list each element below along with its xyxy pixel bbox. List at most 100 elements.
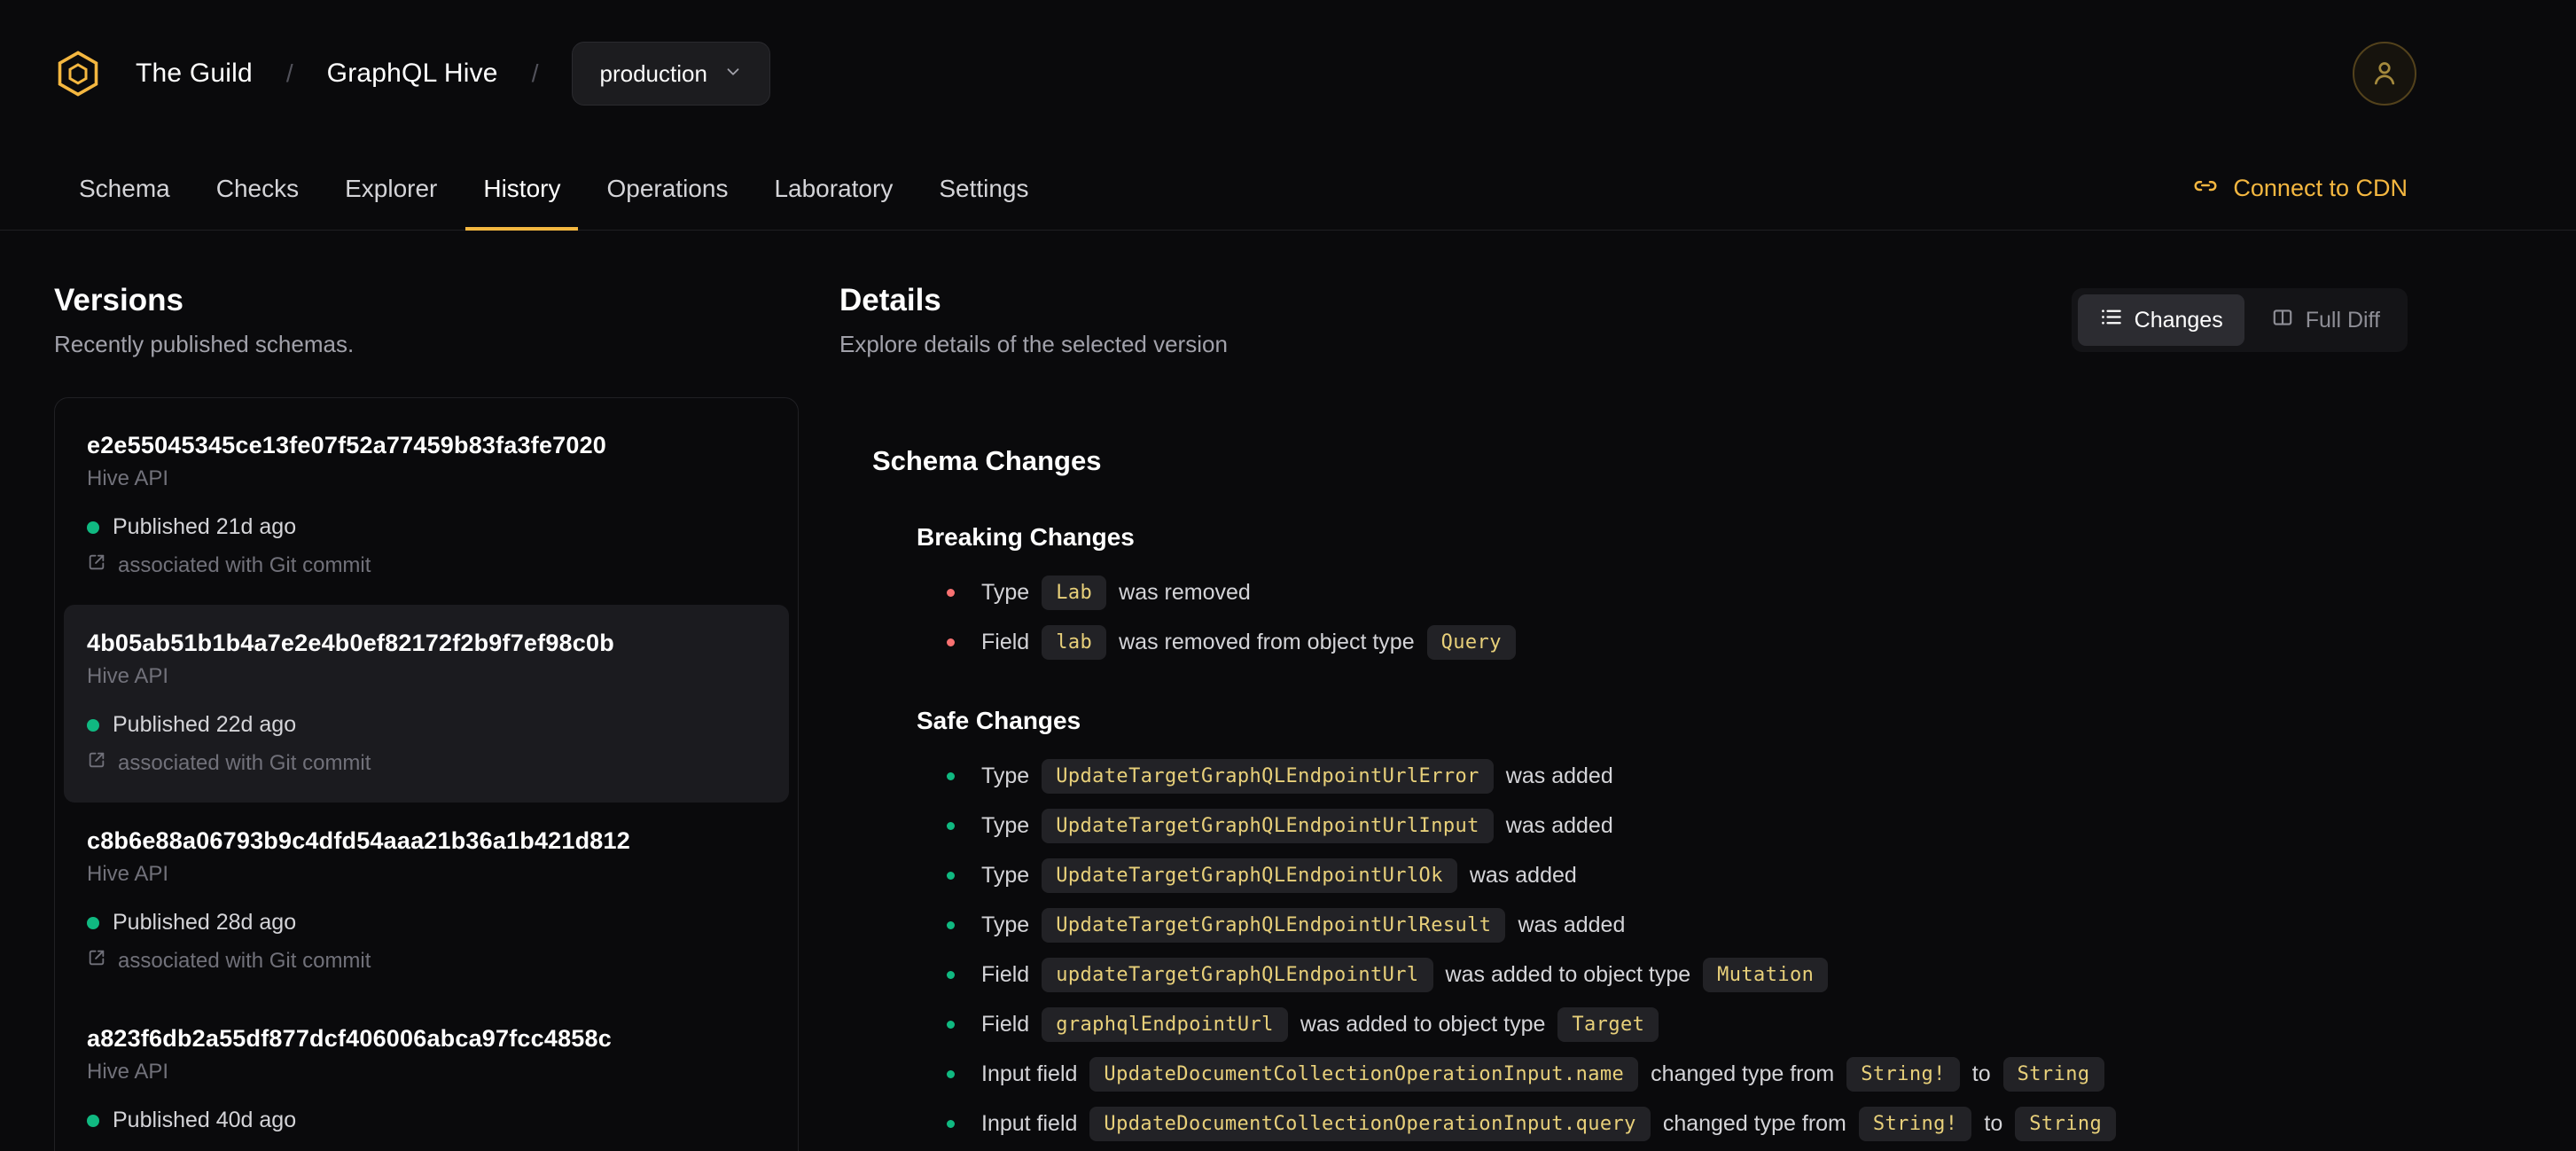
full-diff-view-button[interactable]: Full Diff [2250, 295, 2401, 346]
main-content: Versions Recently published schemas. e2e… [0, 231, 2576, 1151]
published-status-dot [87, 718, 99, 732]
change-text: Field [981, 962, 1030, 987]
version-published-label: Published 21d ago [113, 514, 297, 539]
hive-app: The Guild / GraphQL Hive / production Sc… [0, 0, 2576, 1151]
schema-changes-section: Schema Changes Breaking Changes Type Lab w… [839, 445, 2408, 1142]
columns-icon [2271, 306, 2294, 335]
version-git-label: associated with Git commit [118, 750, 371, 775]
details-subtitle: Explore details of the selected version [839, 331, 1228, 357]
schema-change-item: Field lab was removed from object type Quer… [947, 624, 2408, 661]
change-group: Safe Changes Type UpdateTargetGraphQLEndp… [872, 707, 2408, 1142]
version-published-row: Published 40d ago [87, 1108, 766, 1133]
change-group: Breaking Changes Type Lab was removed Field… [872, 523, 2408, 661]
changes-view-button[interactable]: Changes [2077, 294, 2244, 346]
change-text: to [1971, 1061, 1991, 1086]
change-text: was added to object type [1445, 962, 1691, 987]
target-selector-dropdown[interactable]: production [572, 42, 770, 106]
change-bullet-dot [947, 872, 955, 880]
tab-checks[interactable]: Checks [193, 147, 322, 230]
tab-label: Checks [215, 174, 300, 202]
change-groups: Breaking Changes Type Lab was removed Field… [872, 523, 2408, 1142]
tab-operations[interactable]: Operations [583, 147, 751, 230]
code-chip: Mutation [1703, 957, 1829, 993]
details-panel: Details Explore details of the selected … [799, 231, 2576, 1151]
schema-change-item: Type UpdateTargetGraphQLEndpointUrlInput w… [947, 808, 2408, 844]
version-list-item[interactable]: e2e55045345ce13fe07f52a77459b83fa3fe7020… [64, 407, 789, 605]
published-status-dot [87, 916, 99, 929]
change-text: Type [981, 863, 1030, 888]
version-hash: e2e55045345ce13fe07f52a77459b83fa3fe7020 [87, 432, 607, 458]
version-git-label: associated with Git commit [118, 552, 371, 577]
tab-settings[interactable]: Settings [916, 147, 1051, 230]
version-git-label: associated with Git commit [118, 948, 371, 973]
code-chip: Target [1557, 1006, 1659, 1043]
external-link-icon [87, 948, 106, 974]
tab-label: Operations [606, 174, 729, 202]
tab-label: Schema [79, 174, 170, 202]
tab-schema[interactable]: Schema [56, 147, 193, 230]
version-git-row: associated with Git commit [87, 552, 766, 578]
user-avatar-button[interactable] [2353, 42, 2416, 106]
version-git-row: associated with Git commit [87, 948, 766, 974]
schema-change-item: Field updateTargetGraphQLEndpointUrl was a… [947, 957, 2408, 993]
tab-explorer[interactable]: Explorer [322, 147, 460, 230]
published-status-dot [87, 521, 99, 534]
version-hash: c8b6e88a06793b9c4dfd54aaa21b36a1b421d812 [87, 827, 630, 854]
change-text: was added to object type [1300, 1012, 1546, 1037]
tab-label: Laboratory [774, 174, 894, 202]
chevron-down-icon [723, 60, 743, 88]
connect-to-cdn-button[interactable]: Connect to CDN [2192, 147, 2408, 230]
tab-laboratory[interactable]: Laboratory [751, 147, 916, 230]
change-group-title: Safe Changes [917, 707, 1081, 734]
schema-change-item: Type UpdateTargetGraphQLEndpointUrlOk was … [947, 857, 2408, 894]
versions-title: Versions [54, 283, 183, 317]
change-bullet-dot [947, 772, 955, 780]
version-list-item[interactable]: a823f6db2a55df877dcf406006abca97fcc4858c… [64, 1000, 789, 1151]
change-text: Input field [981, 1061, 1078, 1086]
version-published-row: Published 28d ago [87, 910, 766, 936]
change-text: Field [981, 1012, 1030, 1037]
version-service: Hive API [87, 664, 169, 688]
user-icon [2369, 57, 2400, 91]
change-text: was added [1469, 863, 1577, 888]
version-hash: a823f6db2a55df877dcf406006abca97fcc4858c [87, 1025, 612, 1052]
org-name[interactable]: The Guild [136, 59, 253, 89]
code-chip: graphqlEndpointUrl [1042, 1006, 1288, 1043]
change-text: changed type from [1651, 1061, 1835, 1086]
change-text: Type [981, 763, 1030, 788]
change-bullet-dot [947, 638, 955, 646]
published-status-dot [87, 1114, 99, 1127]
code-chip: String! [1858, 1106, 1972, 1142]
project-name[interactable]: GraphQL Hive [327, 59, 498, 89]
version-service: Hive API [87, 862, 169, 886]
schema-change-item: Type UpdateTargetGraphQLEndpointUrlResult… [947, 907, 2408, 944]
schema-change-item: Input field UpdateDocumentCollectionOpera… [947, 1056, 2408, 1092]
breadcrumb: The Guild / GraphQL Hive / production [54, 42, 770, 106]
schema-change-item: Type Lab was removed [947, 575, 2408, 611]
code-chip: UpdateTargetGraphQLEndpointUrlOk [1042, 857, 1457, 894]
tab-history[interactable]: History [460, 147, 583, 231]
version-list: e2e55045345ce13fe07f52a77459b83fa3fe7020… [54, 397, 799, 1151]
code-chip: UpdateDocumentCollectionOperationInput.n… [1089, 1056, 1639, 1092]
external-link-icon [87, 750, 106, 776]
version-published-label: Published 40d ago [113, 1108, 297, 1132]
app-header: The Guild / GraphQL Hive / production [0, 0, 2576, 147]
code-chip: String [2015, 1106, 2117, 1142]
schema-change-item: Input field UpdateDocumentCollectionOpera… [947, 1106, 2408, 1142]
list-icon [2099, 305, 2123, 335]
version-list-item[interactable]: 4b05ab51b1b4a7e2e4b0ef82172f2b9f7ef98c0b… [64, 605, 789, 803]
connect-to-cdn-label: Connect to CDN [2233, 175, 2408, 201]
code-chip: Query [1426, 624, 1516, 661]
change-text: Input field [981, 1111, 1078, 1136]
change-text: was removed from object type [1119, 630, 1415, 654]
version-list-item[interactable]: c8b6e88a06793b9c4dfd54aaa21b36a1b421d812… [64, 803, 789, 1000]
tab-label: History [483, 174, 561, 202]
version-git-row: associated with Git commit [87, 750, 766, 776]
change-text: Type [981, 912, 1030, 937]
breadcrumb-separator: / [531, 59, 539, 87]
version-hash: 4b05ab51b1b4a7e2e4b0ef82172f2b9f7ef98c0b [87, 630, 614, 656]
version-service: Hive API [87, 1060, 169, 1084]
change-bullet-dot [947, 1021, 955, 1029]
tab-label: Explorer [345, 174, 438, 202]
change-bullet-dot [947, 971, 955, 979]
